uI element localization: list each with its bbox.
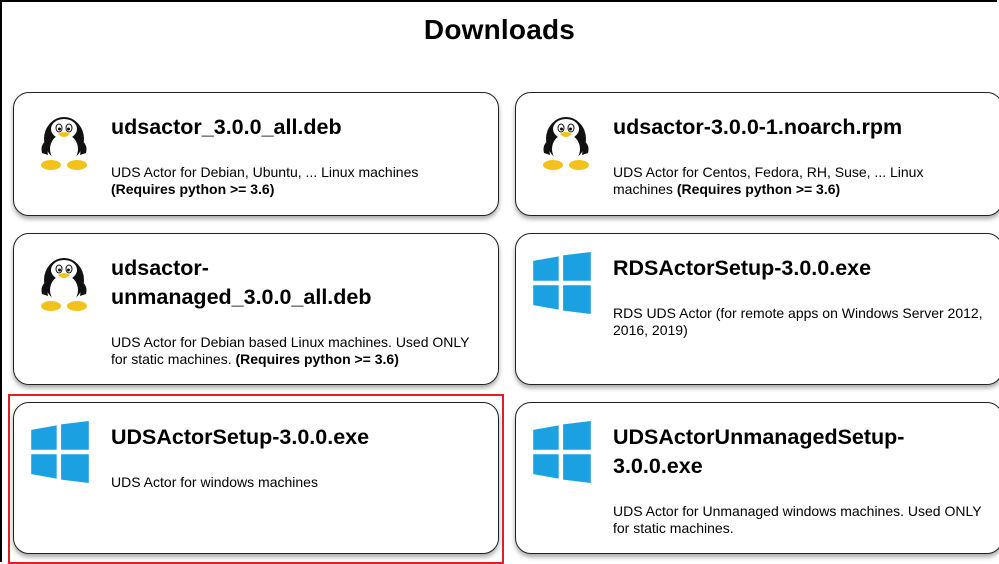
download-card-udsactor-unmanaged-deb[interactable]: udsactor-unmanaged_3.0.0_all.deb UDS Act… [13,233,499,385]
download-description: UDS Actor for Debian based Linux machine… [111,334,470,367]
download-filename[interactable]: udsactor_3.0.0_all.deb [111,113,480,142]
download-description-text: RDS UDS Actor (for remote apps on Window… [613,305,983,338]
download-description: UDS Actor for Centos, Fedora, RH, Suse, … [613,164,962,197]
download-card-udsactor-deb[interactable]: udsactor_3.0.0_all.deb UDS Actor for Deb… [13,92,499,216]
download-requirement: (Requires python >= 3.6) [111,180,275,197]
download-card-rdsactorsetup-exe[interactable]: RDSActorSetup-3.0.0.exe RDS UDS Actor (f… [515,233,999,385]
download-card-udsactorunmanagedsetup-exe[interactable]: UDSActorUnmanagedSetup-3.0.0.exe UDS Act… [515,402,999,554]
download-filename[interactable]: RDSActorSetup-3.0.0.exe [613,254,984,283]
download-description: RDS UDS Actor (for remote apps on Window… [613,305,984,338]
download-requirement: (Requires python >= 3.6) [235,350,399,367]
download-card-udsactor-rpm[interactable]: udsactor-3.0.0-1.noarch.rpm UDS Actor fo… [515,92,999,216]
linux-penguin-icon [41,117,87,170]
page-title: Downloads [423,14,576,45]
linux-penguin-icon [41,258,87,311]
download-description: UDS Actor for Debian, Ubuntu, ... Linux … [111,164,480,197]
selection-highlight [8,394,504,564]
download-description: UDS Actor for Unmanaged windows machines… [613,503,982,536]
download-filename[interactable]: udsactor-unmanaged_3.0.0_all.deb [111,254,372,312]
download-filename[interactable]: UDSActorUnmanagedSetup-3.0.0.exe [613,423,942,481]
linux-penguin-icon [543,117,589,170]
download-description-text: UDS Actor for Debian, Ubuntu, ... Linux … [111,164,419,180]
download-requirement: (Requires python >= 3.6) [676,180,841,197]
windows-logo-icon [533,421,591,483]
download-filename[interactable]: udsactor-3.0.0-1.noarch.rpm [613,113,984,142]
windows-logo-icon [533,252,591,314]
download-description-text: UDS Actor for Unmanaged windows machines… [613,503,982,536]
